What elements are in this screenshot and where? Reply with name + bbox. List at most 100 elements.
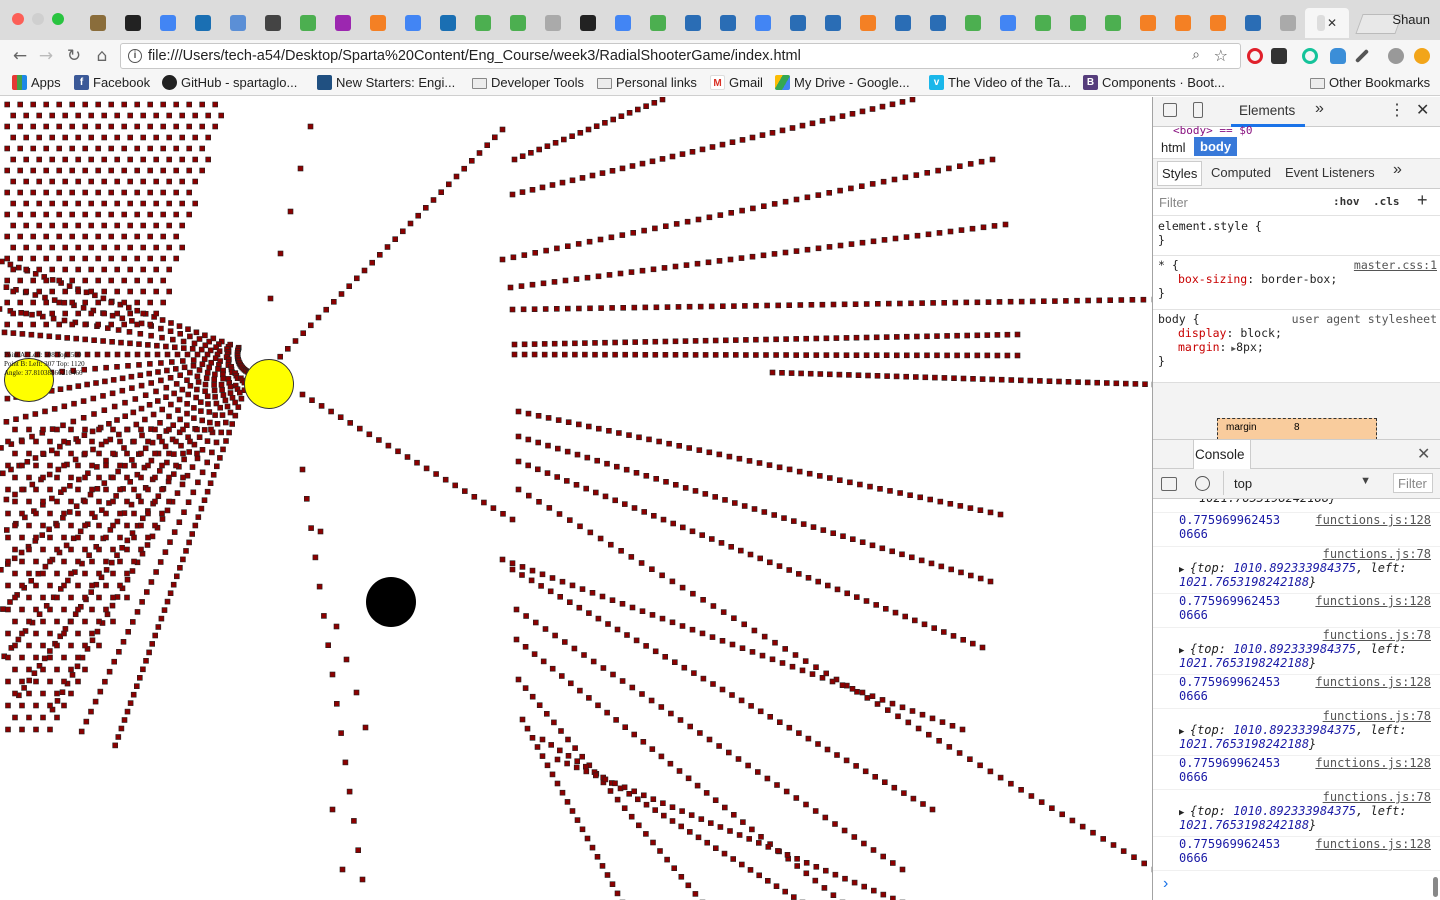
expand-triangle-icon[interactable]: ▶ [1179,646,1190,656]
browser-tab[interactable] [1060,8,1095,38]
browser-tab[interactable] [465,8,500,38]
forward-icon[interactable]: → [34,45,58,67]
target-ball[interactable] [366,577,416,627]
close-window-button[interactable] [12,13,24,25]
bookmark-personal-links[interactable]: Personal links [597,75,697,90]
browser-tab[interactable] [780,8,815,38]
url-text[interactable]: file:///Users/tech-a54/Desktop/Sparta%20… [148,48,801,64]
minimize-window-button[interactable] [32,13,44,25]
browser-tab[interactable] [535,8,570,38]
browser-tab[interactable] [185,8,220,38]
browser-tab[interactable] [395,8,430,38]
margin-value[interactable]: 8 [1294,422,1300,433]
browser-tab[interactable] [675,8,710,38]
profile-name[interactable]: Shaun [1392,12,1430,27]
alert-extension-icon[interactable] [1414,48,1430,64]
browser-tab[interactable] [920,8,955,38]
bookmark-gmail[interactable]: M Gmail [710,75,763,90]
browser-tab[interactable] [80,8,115,38]
browser-tab[interactable] [360,8,395,38]
source-link[interactable]: functions.js:78 [1323,628,1431,642]
source-link[interactable]: functions.js:78 [1323,709,1431,723]
source-link[interactable]: functions.js:128 [1315,594,1431,608]
browser-tab[interactable] [605,8,640,38]
browser-tab[interactable] [150,8,185,38]
bookmark-my-drive[interactable]: My Drive - Google... [775,75,910,90]
maximize-window-button[interactable] [52,13,64,25]
close-drawer-icon[interactable]: ✕ [1417,444,1430,464]
browser-tab[interactable] [640,8,675,38]
source-link[interactable]: functions.js:78 [1323,790,1431,804]
browser-tab[interactable] [1270,8,1305,38]
bookmark-github[interactable]: GitHub - spartaglo... [162,75,297,90]
browser-tab[interactable] [955,8,990,38]
expand-triangle-icon[interactable]: ▶ [1226,344,1236,353]
browser-tab[interactable] [1025,8,1060,38]
cls-button[interactable]: .cls [1373,195,1400,208]
more-subtabs-icon[interactable]: » [1393,161,1402,179]
home-icon[interactable]: ⌂ [90,45,114,67]
tab-computed[interactable]: Computed [1211,165,1271,180]
bookmark-new-starters[interactable]: New Starters: Engi... [317,75,455,90]
tab-styles[interactable]: Styles [1157,161,1203,186]
browser-tab[interactable] [990,8,1025,38]
browser-tab[interactable] [745,8,780,38]
reload-icon[interactable]: ↻ [62,45,86,67]
bookmark-apps[interactable]: Apps [12,75,61,90]
source-link[interactable]: functions.js:78 [1323,547,1431,561]
back-icon[interactable]: ← [8,45,32,67]
browser-tab[interactable] [1130,8,1165,38]
browser-tab[interactable] [710,8,745,38]
bookmark-facebook[interactable]: f Facebook [74,75,150,90]
tab-elements[interactable]: Elements [1239,103,1295,118]
active-tab[interactable]: ✕ [1305,8,1349,38]
browser-tab[interactable] [115,8,150,38]
element-style-selector[interactable]: element.style { [1158,219,1439,233]
browser-tab[interactable] [290,8,325,38]
bookmark-other[interactable]: Other Bookmarks [1310,75,1430,90]
console-filter-input[interactable]: Filter [1393,473,1433,493]
address-bar[interactable]: i file:///Users/tech-a54/Desktop/Sparta%… [120,43,1241,69]
browser-tab[interactable] [850,8,885,38]
close-devtools-icon[interactable]: ✕ [1416,100,1429,120]
browser-tab[interactable] [570,8,605,38]
browser-tab[interactable] [1095,8,1130,38]
bookmark-developer-tools[interactable]: Developer Tools [472,75,584,90]
bookmark-video[interactable]: v The Video of the Ta... [929,75,1071,90]
expand-triangle-icon[interactable]: ▶ [1179,808,1190,818]
expand-triangle-icon[interactable]: ▶ [1179,565,1190,575]
browser-tab[interactable] [1200,8,1235,38]
bookmark-components[interactable]: B Components · Boot... [1083,75,1225,90]
console-scrollbar[interactable] [1433,877,1438,897]
cloud-extension-icon[interactable] [1330,48,1346,64]
breadcrumb-html[interactable]: html [1161,140,1186,155]
clear-console-icon[interactable] [1195,476,1210,491]
d-extension-icon[interactable] [1271,48,1287,64]
tab-close-icon[interactable]: ✕ [1327,16,1337,30]
browser-tab[interactable] [220,8,255,38]
source-link[interactable]: functions.js:128 [1315,837,1431,851]
bookmark-star-icon[interactable]: ☆ [1214,46,1228,65]
styles-filter-input[interactable]: Filter [1159,195,1188,210]
hov-button[interactable]: :hov [1333,195,1360,208]
browser-tab[interactable] [885,8,920,38]
expand-triangle-icon[interactable]: ▶ [1179,727,1190,737]
source-link[interactable]: functions.js:128 [1315,756,1431,770]
opera-extension-icon[interactable] [1247,48,1263,64]
grammarly-extension-icon[interactable] [1302,48,1318,64]
dom-selected-line[interactable]: <body> == $0 [1173,124,1252,137]
console-tab-label[interactable]: Console [1195,447,1245,462]
bug-extension-icon[interactable] [1388,48,1404,64]
universal-source-link[interactable]: master.css:1 [1354,258,1437,272]
device-toolbar-icon[interactable] [1193,102,1203,118]
zoom-icon[interactable]: ⌕ [1192,47,1200,63]
body-display-declaration[interactable]: display: block; [1158,326,1439,340]
more-tabs-icon[interactable]: » [1315,100,1324,118]
source-link[interactable]: functions.js:128 [1315,675,1431,689]
game-viewport[interactable]: Point A: Left: 508 Top: 500 Point B: Lef… [0,97,1152,900]
inspect-icon[interactable] [1163,103,1177,117]
browser-tab[interactable] [1235,8,1270,38]
source-link[interactable]: functions.js:128 [1315,513,1431,527]
browser-tab[interactable] [815,8,850,38]
turret-b[interactable] [244,359,294,409]
